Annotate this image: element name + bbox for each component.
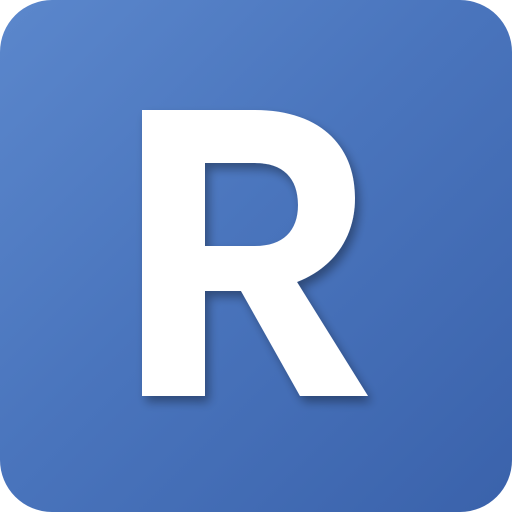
app-icon[interactable]: [0, 0, 512, 512]
letter-r-logo: [142, 110, 368, 396]
letter-r-glyph: [142, 110, 368, 396]
